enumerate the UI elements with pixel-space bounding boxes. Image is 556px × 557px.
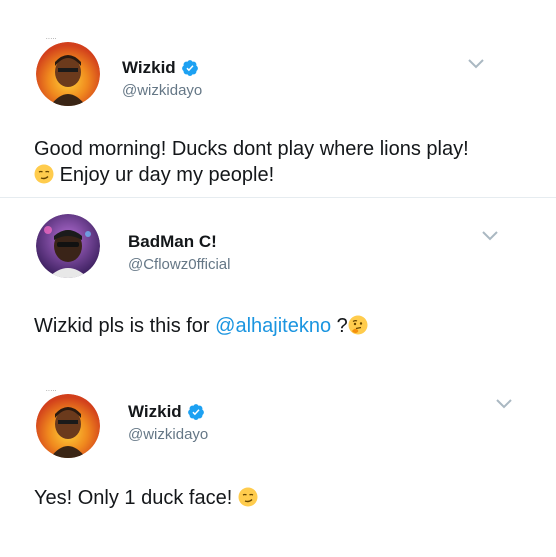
verified-badge-icon — [181, 59, 199, 77]
tweet-text: Wizkid pls is this for @alhajitekno ? — [34, 313, 368, 339]
handle[interactable]: @wizkidayo — [122, 82, 202, 99]
verified-badge-icon — [187, 403, 205, 421]
name-row-3: Wizkid — [128, 402, 205, 422]
thinking-emoji-icon — [348, 315, 368, 335]
smirk-emoji-icon — [238, 487, 258, 507]
name-row-2: BadMan C! — [128, 232, 217, 252]
tweet-text-line-2-words: Enjoy ur day my people! — [59, 164, 275, 186]
chevron-down-icon[interactable] — [495, 398, 513, 410]
tweet-1: ····· Wizkid @wizkidayo Good morning! Du… — [0, 0, 556, 205]
display-name[interactable]: Wizkid — [128, 402, 182, 422]
tweet-text-line-2: Enjoy ur day my people! — [34, 162, 274, 188]
tweet-text-before: Wizkid pls is this for — [34, 315, 216, 337]
tweet-text-after: ? — [331, 315, 348, 337]
badman-avatar[interactable] — [36, 214, 100, 278]
tweet-2: BadMan C! @Cflowz0fficial Wizkid pls is … — [0, 198, 556, 358]
wizkid-avatar-image — [36, 42, 100, 106]
tweet-text-words: Yes! Only 1 duck face! — [34, 487, 238, 509]
wizkid-avatar[interactable] — [36, 394, 100, 458]
badman-avatar-image — [36, 214, 100, 278]
display-name[interactable]: Wizkid — [122, 58, 176, 78]
chevron-down-icon[interactable] — [467, 58, 485, 70]
handle[interactable]: @Cflowz0fficial — [128, 256, 230, 273]
smirk-emoji-icon — [34, 164, 54, 184]
handle[interactable]: @wizkidayo — [128, 426, 208, 443]
mention-link[interactable]: @alhajitekno — [215, 315, 331, 337]
name-row-1: Wizkid — [122, 58, 199, 78]
tweet-text-line-1: Good morning! Ducks dont play where lion… — [34, 138, 469, 160]
chevron-down-icon[interactable] — [481, 230, 499, 242]
wizkid-avatar[interactable] — [36, 42, 100, 106]
wizkid-avatar-image — [36, 394, 100, 458]
display-name[interactable]: BadMan C! — [128, 232, 217, 252]
avatar-caption-top: ····· — [46, 388, 57, 394]
tweet-text: Yes! Only 1 duck face! — [34, 485, 258, 511]
avatar-caption-top: ····· — [46, 36, 57, 42]
tweet-3: ····· Wizkid @wizkidayo Yes! Only 1 duck… — [0, 366, 556, 557]
